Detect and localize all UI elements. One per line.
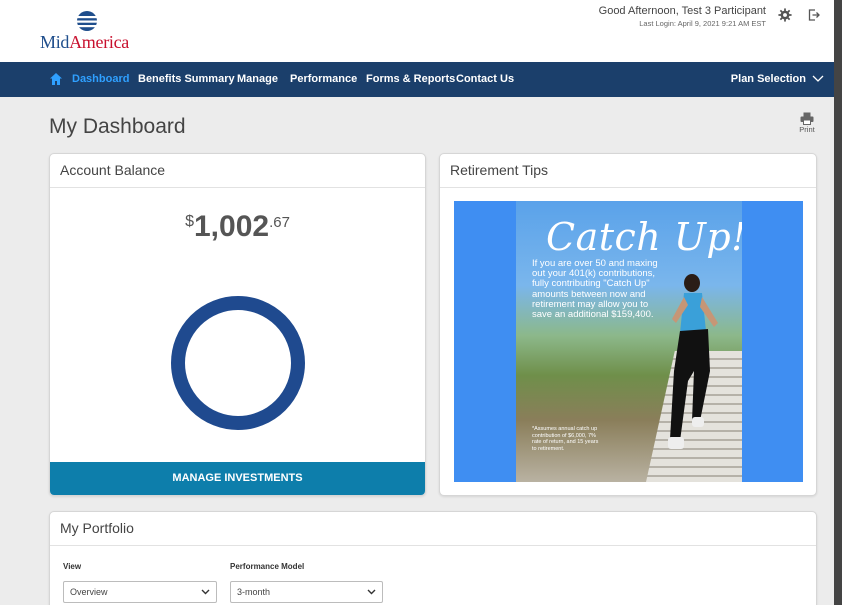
manage-investments-button[interactable]: MANAGE INVESTMENTS	[50, 462, 425, 495]
chevron-down-icon	[812, 75, 824, 82]
nav-item-contact-us[interactable]: Contact Us	[456, 73, 514, 85]
header: MidAmerica Good Afternoon, Test 3 Partic…	[0, 0, 834, 62]
my-portfolio-title: My Portfolio	[50, 512, 816, 546]
main-nav: Dashboard Benefits Summary Manage Perfor…	[0, 62, 834, 97]
home-icon[interactable]	[49, 72, 63, 86]
tip-headline: Catch Up!	[546, 215, 742, 259]
balance-dollars: 1,002	[193, 210, 270, 243]
retirement-tips-title: Retirement Tips	[440, 154, 816, 188]
nav-item-forms-reports[interactable]: Forms & Reports	[366, 73, 455, 85]
nav-item-benefits-summary[interactable]: Benefits Summary	[138, 73, 235, 85]
my-portfolio-card: My Portfolio View Overview Performance M…	[49, 511, 817, 605]
greeting-text: Good Afternoon, Test 3 Participant	[598, 5, 766, 17]
printer-icon	[800, 112, 814, 125]
page-scrollbar[interactable]	[834, 0, 842, 605]
gear-icon[interactable]	[778, 8, 792, 22]
balance-cents: .67	[269, 214, 290, 231]
user-greeting: Good Afternoon, Test 3 Participant Last …	[599, 5, 766, 28]
globe-icon	[77, 11, 97, 31]
plan-selection-dropdown[interactable]: Plan Selection	[731, 73, 824, 85]
view-select[interactable]: Overview	[63, 581, 217, 603]
midamerica-logo[interactable]: MidAmerica	[40, 10, 135, 54]
currency-symbol: $	[185, 213, 194, 230]
retirement-tips-card: Retirement Tips Catch Up! If you are ove…	[439, 153, 817, 496]
chevron-down-icon	[367, 589, 376, 595]
logout-icon[interactable]	[808, 9, 820, 21]
runner-graphic	[668, 274, 718, 449]
performance-model-value: 3-month	[237, 587, 271, 597]
nav-item-dashboard[interactable]: Dashboard	[72, 73, 129, 85]
tip-body: If you are over 50 and maxing out your 4…	[532, 258, 658, 321]
view-select-value: Overview	[70, 587, 108, 597]
logo-wordmark: MidAmerica	[40, 32, 129, 52]
nav-item-manage[interactable]: Manage	[237, 73, 278, 85]
plan-selection-label: Plan Selection	[730, 73, 806, 85]
chevron-down-icon	[201, 589, 210, 595]
account-balance-amount: $1,002.67	[50, 210, 425, 244]
nav-item-performance[interactable]: Performance	[290, 73, 357, 85]
allocation-donut-chart[interactable]	[168, 293, 308, 433]
last-login-text: Last Login: April 9, 2021 9:21 AM EST	[639, 19, 766, 28]
print-label: Print	[799, 125, 815, 134]
tip-photo: Catch Up! If you are over 50 and maxing …	[516, 201, 742, 482]
tip-footnote: *Assumes annual catch up contribution of…	[532, 426, 599, 452]
print-button[interactable]: Print	[796, 112, 818, 134]
view-label: View	[63, 562, 82, 571]
account-balance-title: Account Balance	[50, 154, 425, 188]
performance-model-label: Performance Model	[230, 562, 305, 571]
catch-up-tip-image[interactable]: Catch Up! If you are over 50 and maxing …	[454, 201, 803, 482]
account-balance-card: Account Balance $1,002.67 MANAGE INVESTM…	[49, 153, 426, 496]
page-title: My Dashboard	[49, 115, 186, 138]
performance-model-select[interactable]: 3-month	[230, 581, 383, 603]
